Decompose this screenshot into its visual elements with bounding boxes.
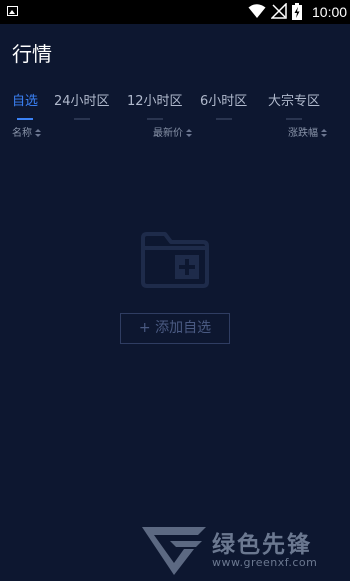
tab-favorites-indicator xyxy=(17,118,33,120)
status-time: 10:00 xyxy=(312,4,348,20)
column-header-latest-price[interactable]: 最新价 xyxy=(153,126,192,142)
status-bar: 10:00 xyxy=(0,0,350,24)
tab-6h-zone-indicator xyxy=(215,118,232,120)
no-signal-icon xyxy=(271,3,287,19)
tab-6h-zone-label: 6小时区 xyxy=(200,94,248,109)
tab-12h-zone[interactable]: 12小时区 xyxy=(127,90,183,120)
column-header-name-label: 名称 xyxy=(12,128,32,139)
column-header-change-pct[interactable]: 涨跌幅 xyxy=(288,126,327,142)
sort-icon xyxy=(186,129,192,137)
tab-12h-zone-label: 12小时区 xyxy=(127,94,183,109)
column-header-name[interactable]: 名称 xyxy=(12,126,41,142)
tab-24h-zone-indicator xyxy=(73,118,90,120)
watermark-url: www.greenxf.com xyxy=(212,556,318,569)
tab-favorites[interactable]: 自选 xyxy=(12,90,38,120)
sort-icon xyxy=(35,129,41,137)
watermark-brand: 绿色先锋 xyxy=(212,532,312,558)
tab-24h-zone-label: 24小时区 xyxy=(54,94,110,109)
watermark-logo-icon xyxy=(142,527,206,575)
column-header-change-pct-label: 涨跌幅 xyxy=(288,128,318,139)
tab-12h-zone-indicator xyxy=(146,118,163,120)
tab-favorites-label: 自选 xyxy=(12,94,39,109)
page-title: 行情 xyxy=(12,42,52,66)
column-header-latest-price-label: 最新价 xyxy=(153,128,183,139)
tab-24h-zone[interactable]: 24小时区 xyxy=(54,90,110,120)
watermark: 绿色先锋 www.greenxf.com xyxy=(140,523,345,578)
sort-icon xyxy=(321,129,327,137)
gallery-notification-icon xyxy=(7,6,18,16)
wifi-icon xyxy=(248,4,266,18)
market-screen: 10:00 行情 自选 24小时区 12小时区 6小时区 大宗专区 名称 最新价… xyxy=(0,0,350,581)
folder-add-icon xyxy=(141,232,209,288)
tab-bulk-zone-label: 大宗专区 xyxy=(268,94,321,109)
battery-charging-icon xyxy=(292,3,302,20)
tab-bulk-zone-indicator xyxy=(286,118,302,120)
add-favorite-button[interactable]: + 添加自选 xyxy=(120,313,230,344)
tab-bulk-zone[interactable]: 大宗专区 xyxy=(268,90,320,120)
market-tabs: 自选 24小时区 12小时区 6小时区 大宗专区 xyxy=(0,90,350,120)
tab-6h-zone[interactable]: 6小时区 xyxy=(200,90,247,120)
